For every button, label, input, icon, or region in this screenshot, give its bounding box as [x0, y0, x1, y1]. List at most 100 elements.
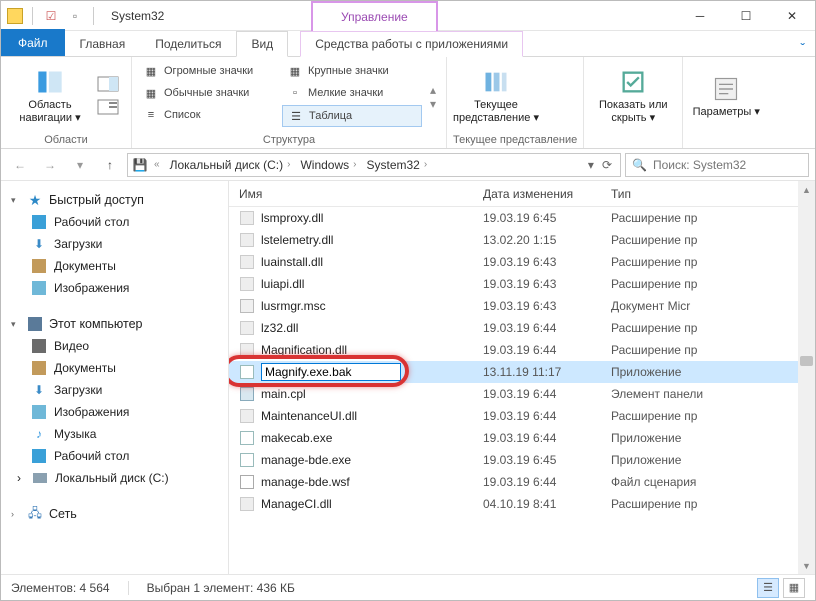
- file-name: lusrmgr.msc: [261, 299, 326, 313]
- nav-cdrive[interactable]: ›Локальный диск (C:): [7, 467, 228, 489]
- qat-properties-icon[interactable]: ☑: [42, 7, 60, 25]
- file-row[interactable]: Magnification.dll19.03.19 6:44Расширение…: [229, 339, 815, 361]
- nav-network[interactable]: ›🖧Сеть: [7, 503, 228, 525]
- minimize-button[interactable]: ─: [677, 1, 723, 31]
- scroll-down-icon[interactable]: ▼: [798, 557, 815, 574]
- up-button[interactable]: ↑: [97, 152, 123, 178]
- layout-more-icon[interactable]: ▴▾: [426, 61, 440, 132]
- recent-button[interactable]: ▾: [67, 152, 93, 178]
- tab-view[interactable]: Вид: [236, 31, 288, 57]
- show-hide-button[interactable]: Показать или скрыть ▾: [590, 61, 676, 132]
- nav-documents[interactable]: Документы: [7, 255, 228, 277]
- tab-app-tools[interactable]: Средства работы с приложениями: [300, 31, 523, 57]
- nav-this-pc[interactable]: ▾Этот компьютер: [7, 313, 228, 335]
- nav-quick-access[interactable]: ▾★Быстрый доступ: [7, 189, 228, 211]
- file-name: lstelemetry.dll: [261, 233, 333, 247]
- preview-pane-icon[interactable]: [97, 76, 125, 95]
- file-row[interactable]: lstelemetry.dll13.02.20 1:15Расширение п…: [229, 229, 815, 251]
- nav-pictures[interactable]: Изображения: [7, 277, 228, 299]
- tab-file[interactable]: Файл: [1, 29, 65, 56]
- nav-music[interactable]: ♪Музыка: [7, 423, 228, 445]
- forward-button[interactable]: →: [37, 152, 63, 178]
- file-date: 19.03.19 6:43: [473, 277, 601, 291]
- nav-pane-button[interactable]: Область навигации ▾: [7, 61, 93, 132]
- file-row[interactable]: manage-bde.exe19.03.19 6:45Приложение: [229, 449, 815, 471]
- layout-list[interactable]: ≡Список: [138, 105, 278, 125]
- tab-home[interactable]: Главная: [65, 31, 141, 56]
- file-row[interactable]: manage-bde.wsf19.03.19 6:44Файл сценария: [229, 471, 815, 493]
- dll-file-icon: [239, 408, 255, 424]
- rename-input[interactable]: [261, 363, 401, 381]
- col-name[interactable]: Имя: [229, 187, 473, 201]
- layout-medium[interactable]: ▦Обычные значки: [138, 83, 278, 103]
- layout-details[interactable]: ☰Таблица: [282, 105, 422, 127]
- layout-small[interactable]: ▫Мелкие значки: [282, 83, 422, 103]
- file-row[interactable]: lusrmgr.msc19.03.19 6:43Документ Micr: [229, 295, 815, 317]
- exe-file-icon: [239, 364, 255, 380]
- tab-share[interactable]: Поделиться: [140, 31, 236, 56]
- cpl-file-icon: [239, 386, 255, 402]
- file-type: Приложение: [601, 453, 798, 467]
- details-pane-icon[interactable]: [97, 99, 125, 118]
- ribbon-collapse-icon[interactable]: ˇ: [800, 40, 815, 56]
- col-type[interactable]: Тип: [601, 187, 798, 201]
- file-name: manage-bde.exe: [261, 453, 351, 467]
- column-headers[interactable]: Имя Дата изменения Тип: [229, 181, 815, 207]
- file-pane: Имя Дата изменения Тип lsmproxy.dll19.03…: [229, 181, 815, 574]
- nav-pc-desktop[interactable]: Рабочий стол: [7, 445, 228, 467]
- nav-pc-downloads[interactable]: ⬇Загрузки: [7, 379, 228, 401]
- breadcrumb[interactable]: 💾 « Локальный диск (C:)› Windows› System…: [127, 153, 621, 177]
- scrollbar[interactable]: ▲ ▼: [798, 181, 815, 574]
- file-row[interactable]: MaintenanceUI.dll19.03.19 6:44Расширение…: [229, 405, 815, 427]
- file-date: 19.03.19 6:44: [473, 387, 601, 401]
- back-button[interactable]: ←: [7, 152, 33, 178]
- file-name: luiapi.dll: [261, 277, 304, 291]
- file-row[interactable]: ManageCI.dll04.10.19 8:41Расширение пр: [229, 493, 815, 515]
- qat-newfolder-icon[interactable]: ▫: [66, 7, 84, 25]
- file-row[interactable]: luiapi.dll19.03.19 6:43Расширение пр: [229, 273, 815, 295]
- file-row[interactable]: luainstall.dll19.03.19 6:43Расширение пр: [229, 251, 815, 273]
- nav-pane-label: Область навигации: [19, 99, 72, 124]
- layout-large[interactable]: ▦Крупные значки: [282, 61, 422, 81]
- file-row[interactable]: makecab.exe19.03.19 6:44Приложение: [229, 427, 815, 449]
- search-box[interactable]: 🔍: [625, 153, 809, 177]
- file-list[interactable]: lsmproxy.dll19.03.19 6:45Расширение прls…: [229, 207, 815, 574]
- layout-huge[interactable]: ▦Огромные значки: [138, 61, 278, 81]
- file-row[interactable]: main.cpl19.03.19 6:44Элемент панели: [229, 383, 815, 405]
- content-area: ▾★Быстрый доступ Рабочий стол ⬇Загрузки …: [1, 181, 815, 574]
- nav-pc-pictures[interactable]: Изображения: [7, 401, 228, 423]
- col-date[interactable]: Дата изменения: [473, 187, 601, 201]
- options-button[interactable]: Параметры ▾: [689, 61, 763, 132]
- nav-downloads[interactable]: ⬇Загрузки: [7, 233, 228, 255]
- maximize-button[interactable]: ☐: [723, 1, 769, 31]
- view-icons-toggle[interactable]: ▦: [783, 578, 805, 598]
- dll-file-icon: [239, 342, 255, 358]
- view-details-toggle[interactable]: ☰: [757, 578, 779, 598]
- nav-pane-icon: [36, 68, 64, 96]
- file-type: Расширение пр: [601, 497, 798, 511]
- exe-file-icon: [239, 430, 255, 446]
- nav-pc-documents[interactable]: Документы: [7, 357, 228, 379]
- file-date: 19.03.19 6:44: [473, 409, 601, 423]
- refresh-icon[interactable]: ⟳: [602, 158, 612, 172]
- addr-dropdown-icon[interactable]: ▾: [588, 158, 594, 172]
- scroll-up-icon[interactable]: ▲: [798, 181, 815, 198]
- file-row[interactable]: lz32.dll19.03.19 6:44Расширение пр: [229, 317, 815, 339]
- nav-videos[interactable]: Видео: [7, 335, 228, 357]
- nav-desktop[interactable]: Рабочий стол: [7, 211, 228, 233]
- file-date: 13.11.19 11:17: [473, 365, 601, 379]
- file-date: 19.03.19 6:44: [473, 431, 601, 445]
- file-row[interactable]: 13.11.19 11:17Приложение: [229, 361, 815, 383]
- scroll-thumb[interactable]: [800, 356, 813, 366]
- current-view-button[interactable]: Текущее представление ▾: [453, 61, 539, 132]
- navigation-pane[interactable]: ▾★Быстрый доступ Рабочий стол ⬇Загрузки …: [1, 181, 229, 574]
- file-type: Расширение пр: [601, 255, 798, 269]
- file-row[interactable]: lsmproxy.dll19.03.19 6:45Расширение пр: [229, 207, 815, 229]
- file-name: Magnification.dll: [261, 343, 347, 357]
- close-button[interactable]: ✕: [769, 1, 815, 31]
- search-input[interactable]: [653, 158, 802, 172]
- ribbon: Область навигации ▾ Области ▦Огромные зн…: [1, 57, 815, 149]
- checkbox-icon: [619, 68, 647, 96]
- crumb-drive: Локальный диск (C:)›: [166, 156, 295, 174]
- explorer-window: ☑ ▫ System32 Управление ─ ☐ ✕ Файл Главн…: [0, 0, 816, 601]
